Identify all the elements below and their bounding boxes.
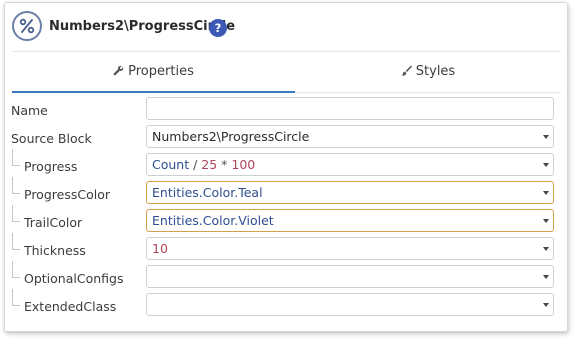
tree-connector: [12, 149, 20, 166]
field-value: Entities.Color.Violet: [152, 213, 274, 228]
panel-title: Numbers2\ProgressCircle: [49, 19, 236, 34]
thickness-field[interactable]: 10: [146, 237, 554, 260]
prop-label: Name: [11, 103, 48, 118]
prop-row-extended-class: ExtendedClass: [5, 289, 567, 321]
chevron-down-icon: [543, 303, 549, 307]
wrench-icon: [113, 53, 124, 93]
prop-label: Progress: [24, 159, 78, 174]
expr-number: 100: [231, 157, 256, 172]
field-value: Entities.Color.Teal: [152, 185, 263, 200]
expr-number: 25: [201, 157, 218, 172]
prop-label: ExtendedClass: [24, 299, 117, 314]
expr-operator: /: [189, 157, 202, 172]
prop-row-thickness: Thickness 10: [5, 233, 567, 265]
tab-styles[interactable]: Styles: [295, 52, 561, 93]
trail-color-field[interactable]: Entities.Color.Violet: [146, 209, 554, 232]
extended-class-field[interactable]: [146, 293, 554, 316]
expr-variable: Count: [152, 157, 190, 172]
chevron-down-icon: [543, 135, 549, 139]
prop-row-optional-configs: OptionalConfigs: [5, 261, 567, 293]
prop-row-progress: Progress Count / 25 * 100: [5, 149, 567, 181]
tree-connector: [12, 205, 20, 222]
chevron-down-icon: [543, 275, 549, 279]
name-input[interactable]: [146, 97, 554, 120]
prop-label: TrailColor: [24, 215, 83, 230]
expr-operator: *: [217, 157, 232, 172]
field-value: 10: [152, 241, 168, 256]
tab-styles-label: Styles: [415, 64, 456, 79]
chevron-down-icon: [543, 219, 549, 223]
tab-properties[interactable]: Properties: [12, 52, 295, 93]
prop-label: OptionalConfigs: [24, 271, 124, 286]
prop-label: ProgressColor: [24, 187, 110, 202]
progress-color-field[interactable]: Entities.Color.Teal: [146, 181, 554, 204]
prop-row-trail-color: TrailColor Entities.Color.Violet: [5, 205, 567, 237]
tree-connector: [12, 177, 20, 194]
prop-row-name: Name: [5, 97, 567, 125]
chevron-down-icon: [543, 191, 549, 195]
prop-row-source-block: Source Block Numbers2\ProgressCircle: [5, 125, 567, 153]
tree-connector: [12, 289, 20, 306]
progress-circle-block-icon: [12, 11, 42, 41]
progress-expression-field[interactable]: Count / 25 * 100: [146, 153, 554, 176]
chevron-down-icon: [543, 163, 549, 167]
brush-icon: [401, 53, 412, 93]
chevron-down-icon: [543, 247, 549, 251]
source-block-select[interactable]: Numbers2\ProgressCircle: [146, 125, 554, 148]
prop-label: Thickness: [24, 243, 86, 258]
tree-connector: [12, 233, 20, 250]
tab-properties-label: Properties: [128, 64, 194, 79]
optional-configs-field[interactable]: [146, 265, 554, 288]
prop-row-progress-color: ProgressColor Entities.Color.Teal: [5, 177, 567, 209]
panel-header: Numbers2\ProgressCircle ?: [5, 3, 567, 51]
prop-label: Source Block: [11, 131, 92, 146]
tab-bar: Properties Styles: [12, 52, 561, 93]
help-icon[interactable]: ?: [209, 19, 227, 37]
properties-panel: Numbers2\ProgressCircle ? Properties Sty…: [4, 2, 568, 332]
field-value: Numbers2\ProgressCircle: [152, 129, 310, 144]
tree-connector: [12, 261, 20, 278]
